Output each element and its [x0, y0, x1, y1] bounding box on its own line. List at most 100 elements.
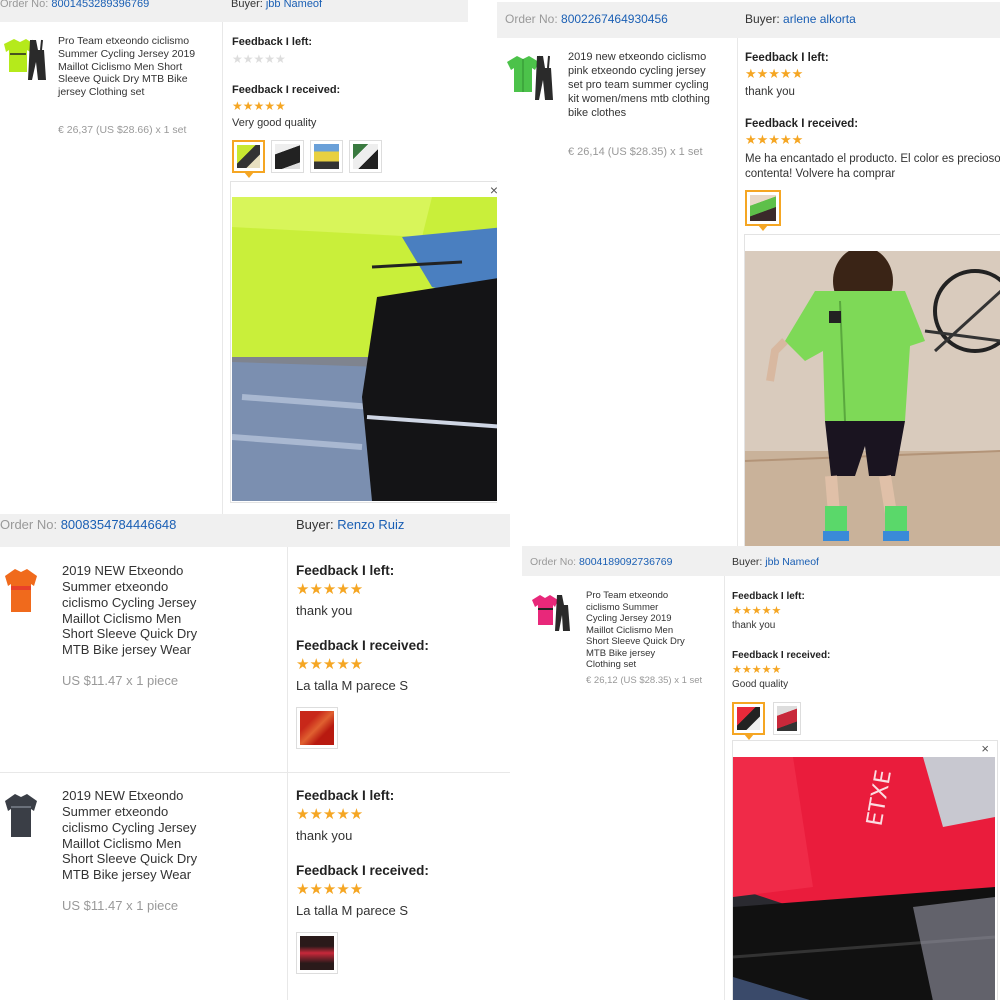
order-number-link[interactable]: 8002267464930456: [561, 12, 668, 26]
feedback-received-section: Feedback I received: ★★★★★ Me ha encanta…: [745, 118, 1000, 182]
order-header: Order No: 8001453289396769 Buyer: jbb Na…: [0, 0, 468, 22]
feedback-left-text: thank you: [732, 620, 776, 631]
photo-thumbnail[interactable]: [310, 140, 343, 173]
order-number-link[interactable]: 8008354784446648: [61, 517, 177, 532]
product-title[interactable]: 2019 new etxeondo ciclismo pink etxeondo…: [568, 51, 718, 121]
order-panel-4: Order No: 8004189092736769 Buyer: jbb Na…: [522, 546, 1000, 1000]
feedback-left-stars: ★★★★★: [745, 66, 804, 81]
photo-thumbnail[interactable]: [296, 932, 338, 974]
feedback-left-section: Feedback I left: ★★★★★ thank you: [745, 52, 829, 98]
buyer-link[interactable]: jbb Nameof: [266, 0, 322, 10]
feedback-left-label: Feedback I left:: [296, 563, 395, 578]
order-panel-3: Order No: 8008354784446648 Buyer: Renzo …: [0, 514, 510, 1000]
feedback-received-stars: ★★★★★: [745, 132, 804, 147]
feedback-received-text: La talla M parece S: [296, 903, 409, 918]
close-icon[interactable]: ×: [490, 182, 497, 198]
feedback-received-label: Feedback I received:: [732, 650, 831, 661]
feedback-received-label: Feedback I received:: [296, 638, 429, 653]
review-photo[interactable]: [232, 197, 497, 501]
feedback-received-stars: ★★★★★: [296, 881, 364, 898]
buyer-label: Buyer:: [231, 0, 263, 10]
feedback-left-text: thank you: [296, 828, 353, 843]
photo-thumbnail[interactable]: [349, 140, 382, 173]
feedback-left-label: Feedback I left:: [232, 36, 313, 48]
order-label: Order No:: [0, 517, 58, 532]
product-thumbnail[interactable]: [4, 566, 38, 614]
product-thumbnail[interactable]: [4, 791, 38, 839]
feedback-received-label: Feedback I received:: [296, 863, 429, 878]
product-thumbnail[interactable]: [0, 34, 50, 84]
column-divider: [737, 38, 738, 546]
photo-thumbnail[interactable]: [296, 707, 338, 749]
feedback-left-label: Feedback I left:: [296, 788, 395, 803]
order-label: Order No:: [505, 12, 558, 26]
order-panel-1: Order No: 8001453289396769 Buyer: jbb Na…: [0, 0, 497, 516]
feedback-received-text: La talla M parece S: [296, 678, 409, 693]
order-label: Order No:: [0, 0, 49, 10]
product-price: € 26,14 (US $28.35) x 1 set: [568, 146, 703, 158]
feedback-received-label: Feedback I received:: [232, 84, 341, 96]
feedback-left-section: Feedback I left: ★★★★★ thank you: [732, 591, 805, 631]
buyer-label: Buyer:: [732, 556, 763, 568]
feedback-left-label: Feedback I left:: [732, 591, 805, 602]
feedback-left-label: Feedback I left:: [745, 52, 829, 64]
product-price: US $11.47 x 1 piece: [62, 898, 179, 913]
order-header: Order No: 8004189092736769 Buyer: jbb Na…: [522, 546, 1000, 576]
feedback-received-section: Feedback I received: ★★★★★ Good quality: [732, 650, 830, 690]
feedback-received-section: Feedback I received: ★★★★★ La talla M pa…: [296, 863, 429, 918]
buyer-label: Buyer:: [745, 12, 780, 26]
photo-thumbnails: [745, 190, 781, 231]
review-photo[interactable]: [745, 251, 1000, 546]
feedback-received-text: Very good quality: [232, 117, 317, 129]
photo-thumbnail[interactable]: [232, 140, 265, 178]
product-title[interactable]: 2019 NEW Etxeondo Summer etxeondo ciclis…: [62, 788, 212, 883]
column-divider: [222, 22, 223, 516]
feedback-received-section: Feedback I received: ★★★★★ Very good qua…: [232, 84, 492, 129]
product-title[interactable]: 2019 NEW Etxeondo Summer etxeondo ciclis…: [62, 563, 212, 658]
buyer-link[interactable]: jbb Nameof: [765, 556, 819, 568]
photo-viewer: [744, 234, 1000, 546]
feedback-received-stars: ★★★★★: [732, 664, 782, 676]
product-price: € 26,12 (US $28.35) x 1 set: [586, 675, 703, 686]
buyer-label: Buyer:: [296, 517, 334, 532]
product-thumbnail[interactable]: [530, 591, 574, 633]
photo-viewer: × ETXE: [732, 740, 998, 1000]
order-panel-2: Order No: 8002267464930456 Buyer: arlene…: [497, 0, 1000, 546]
order-label: Order No:: [530, 556, 577, 568]
photo-thumbnail[interactable]: [732, 702, 765, 740]
feedback-left-stars: ★★★★★: [296, 806, 364, 823]
order-header: Order No: 8002267464930456 Buyer: arlene…: [497, 2, 1000, 38]
feedback-received-section: Feedback I received: ★★★★★ La talla M pa…: [296, 638, 429, 693]
feedback-left-text: thank you: [745, 86, 795, 98]
photo-thumbnail[interactable]: [745, 190, 781, 231]
feedback-left-section: Feedback I left: ★★★★★ thank you: [296, 788, 394, 843]
feedback-received-text: Me ha encantado el producto. El color es…: [745, 153, 1000, 180]
feedback-received-text: Good quality: [732, 679, 789, 690]
feedback-received-stars: ★★★★★: [296, 656, 364, 673]
photo-thumbnail[interactable]: [773, 702, 801, 735]
photo-thumbnail[interactable]: [271, 140, 304, 173]
feedback-received-stars: ★★★★★: [232, 99, 286, 113]
photo-viewer: ×: [230, 181, 497, 503]
product-price: € 26,37 (US $28.66) x 1 set: [58, 124, 187, 136]
review-photo[interactable]: ETXE: [733, 757, 995, 1000]
photo-thumbnails: [732, 702, 801, 740]
order-number-link[interactable]: 8004189092736769: [579, 556, 672, 568]
product-price: US $11.47 x 1 piece: [62, 673, 179, 688]
item-divider: [0, 772, 510, 773]
photo-thumbnails: [232, 140, 382, 178]
column-divider: [287, 547, 288, 1000]
buyer-link[interactable]: Renzo Ruiz: [337, 517, 404, 532]
feedback-left-section: Feedback I left: ★★★★★: [232, 36, 312, 66]
product-title[interactable]: Pro Team etxeondo ciclismo Summer Cyclin…: [586, 590, 691, 671]
buyer-link[interactable]: arlene alkorta: [783, 12, 856, 26]
close-icon[interactable]: ×: [981, 741, 989, 756]
product-thumbnail[interactable]: [504, 50, 558, 104]
feedback-received-label: Feedback I received:: [745, 118, 859, 130]
feedback-left-stars: ★★★★★: [732, 605, 782, 617]
feedback-left-section: Feedback I left: ★★★★★ thank you: [296, 563, 394, 618]
column-divider: [724, 576, 725, 1000]
feedback-left-stars: ★★★★★: [232, 52, 286, 66]
order-number-link[interactable]: 8001453289396769: [51, 0, 149, 10]
product-title[interactable]: Pro Team etxeondo ciclismo Summer Cyclin…: [58, 35, 208, 99]
